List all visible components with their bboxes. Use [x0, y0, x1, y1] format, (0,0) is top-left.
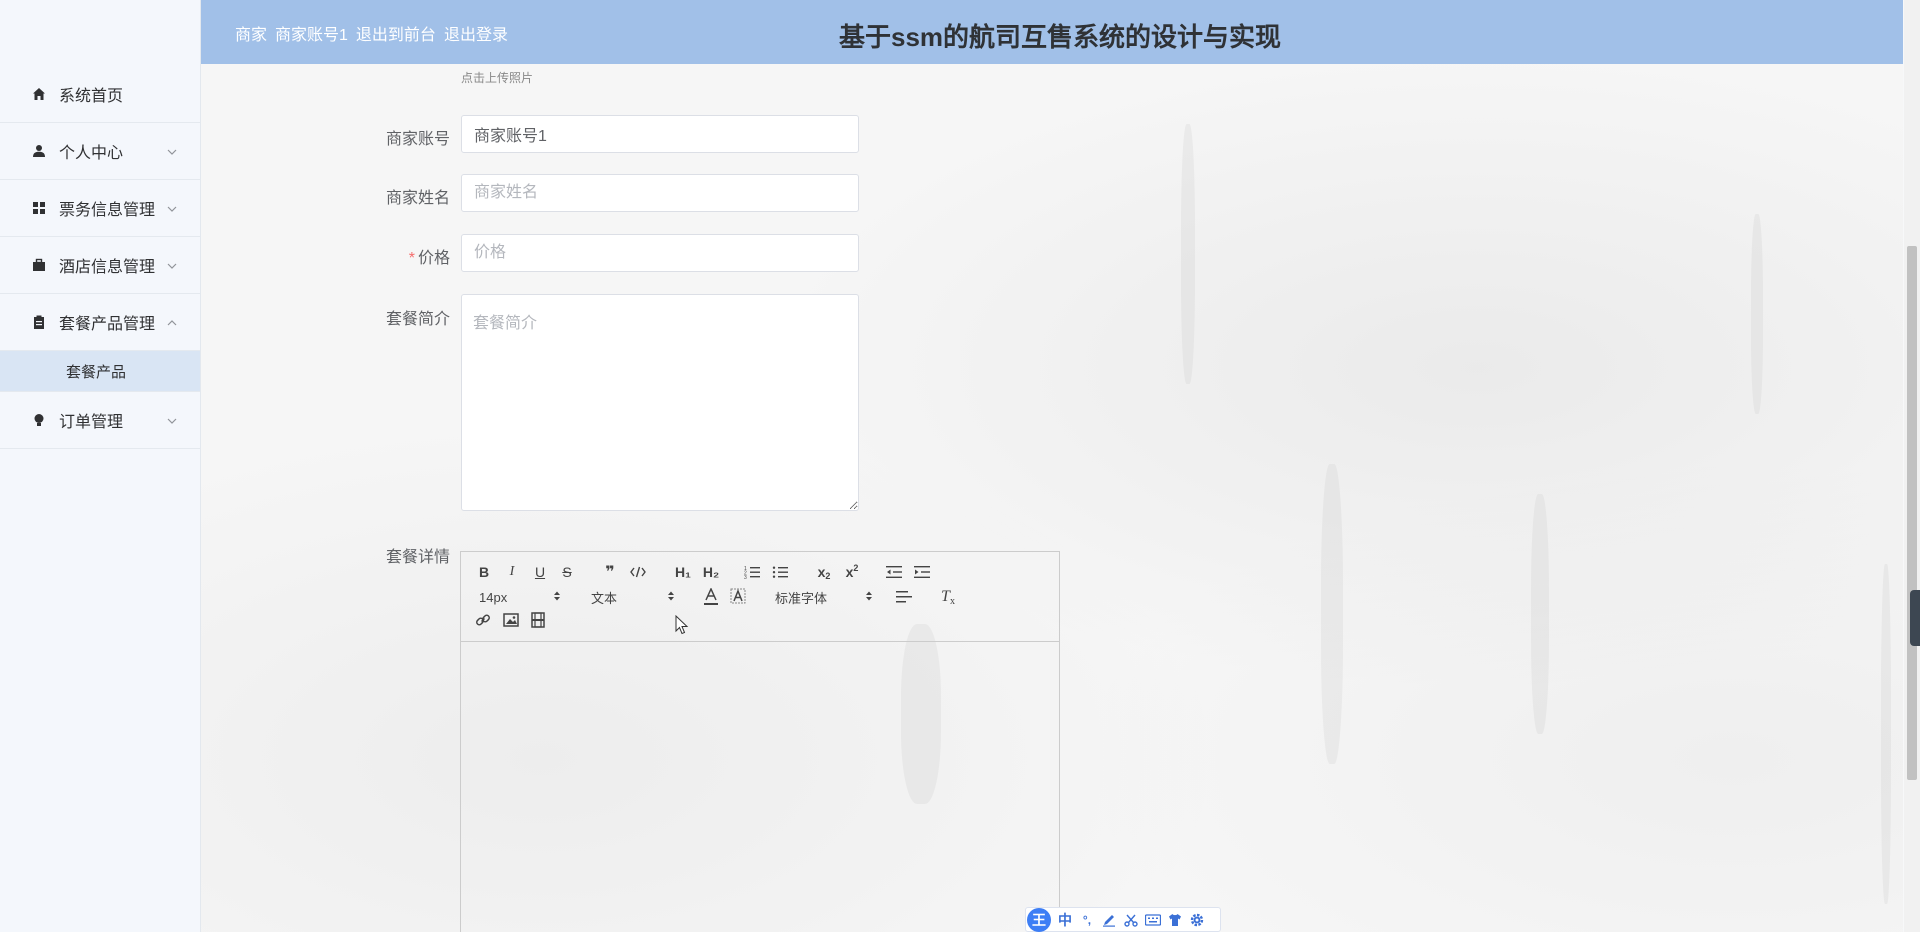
- editor-toolbar: B I U S ❞ H₁ H₂ 123 x2 x2 14px 文本 标准字体 T…: [461, 552, 1059, 642]
- font-size-picker[interactable]: 14px: [479, 589, 561, 605]
- underline-button[interactable]: U: [531, 563, 549, 581]
- picker-arrows-icon: [865, 590, 873, 602]
- strike-button[interactable]: S: [558, 563, 576, 581]
- ordered-list-button[interactable]: 123: [743, 563, 761, 581]
- merchant-account-label: 商家账号: [385, 131, 450, 148]
- sidebar-item-hotel-management[interactable]: 酒店信息管理: [0, 237, 200, 294]
- chevron-down-icon: [166, 145, 178, 157]
- ime-toolbar: 王 中 °,: [1025, 907, 1221, 932]
- italic-button[interactable]: I: [503, 563, 521, 581]
- background-texture: [1321, 464, 1343, 764]
- merchant-name-label: 商家姓名: [385, 190, 450, 207]
- page-title: 基于ssm的航司互售系统的设计与实现: [839, 22, 1282, 52]
- scrollbar-thumb[interactable]: [1907, 246, 1917, 780]
- editor-content-area[interactable]: [461, 642, 1059, 932]
- top-header: 商家 商家账号1 退出到前台 退出登录 基于ssm的航司互售系统的设计与实现: [201, 0, 1903, 64]
- grid-icon: [31, 200, 47, 216]
- font-family-picker[interactable]: 标准字体: [775, 589, 873, 606]
- header-picker[interactable]: 文本: [591, 589, 675, 606]
- upload-photo-hint[interactable]: 点击上传照片: [461, 69, 533, 86]
- outdent-button[interactable]: [885, 563, 903, 581]
- picker-arrows-icon: [667, 590, 675, 602]
- rich-text-editor: B I U S ❞ H₁ H₂ 123 x2 x2 14px 文本 标准字体 T…: [460, 551, 1060, 932]
- pen-icon[interactable]: [1101, 912, 1117, 928]
- bold-button[interactable]: B: [475, 563, 493, 581]
- back-to-frontend-link[interactable]: 退出到前台: [356, 27, 436, 44]
- package-intro-label: 套餐简介: [385, 311, 450, 328]
- code-block-button[interactable]: [629, 563, 647, 581]
- price-label-text: 价格: [417, 250, 450, 267]
- bullet-list-button[interactable]: [771, 563, 789, 581]
- keyboard-icon[interactable]: [1145, 912, 1161, 928]
- bulb-icon: [31, 412, 47, 428]
- link-button[interactable]: [474, 611, 492, 629]
- svg-text:3: 3: [744, 575, 747, 579]
- sidebar: 系统首页 个人中心 票务信息管理 酒店信息管理 套餐产品管理 套餐产品 订单管理: [0, 0, 201, 932]
- video-button[interactable]: [529, 611, 547, 629]
- chevron-up-icon: [166, 316, 178, 328]
- indent-button[interactable]: [913, 563, 931, 581]
- merchant-name-input[interactable]: [461, 174, 859, 212]
- header-user-links: 商家 商家账号1 退出到前台 退出登录: [235, 21, 516, 45]
- sidebar-item-package-management[interactable]: 套餐产品管理: [0, 294, 200, 351]
- blockquote-button[interactable]: ❞: [601, 563, 619, 581]
- sidebar-item-label: 套餐产品管理: [59, 316, 156, 333]
- font-size-value: 14px: [479, 589, 508, 605]
- picker-arrows-icon: [553, 590, 561, 602]
- mouse-cursor-icon: [675, 614, 689, 640]
- background-texture: [1531, 494, 1549, 734]
- sidebar-item-order-management[interactable]: 订单管理: [0, 392, 200, 449]
- package-detail-label: 套餐详情: [385, 549, 450, 566]
- merchant-account-input[interactable]: [461, 115, 859, 153]
- subscript-button[interactable]: x2: [814, 563, 834, 581]
- ime-punctuation-toggle[interactable]: °,: [1079, 912, 1095, 928]
- sidebar-item-label: 酒店信息管理: [59, 259, 156, 276]
- user-icon: [31, 143, 47, 159]
- sidebar-item-home[interactable]: 系统首页: [0, 66, 200, 123]
- background-texture: [1181, 124, 1195, 384]
- chevron-down-icon: [166, 414, 178, 426]
- align-button[interactable]: [895, 587, 913, 607]
- chevron-down-icon: [166, 259, 178, 271]
- sidebar-item-personal-center[interactable]: 个人中心: [0, 123, 200, 180]
- chevron-down-icon: [166, 202, 178, 214]
- logout-link[interactable]: 退出登录: [444, 27, 508, 44]
- image-button[interactable]: [502, 611, 520, 629]
- settings-icon[interactable]: [1189, 912, 1205, 928]
- background-color-button[interactable]: [729, 587, 747, 607]
- superscript-button[interactable]: x2: [842, 563, 862, 581]
- sidebar-item-label: 票务信息管理: [59, 202, 156, 219]
- sidebar-item-label: 系统首页: [59, 88, 124, 105]
- price-label: * 价格: [300, 244, 450, 268]
- clipboard-icon: [31, 314, 47, 330]
- side-floating-tab[interactable]: [1910, 590, 1920, 646]
- text-color-button[interactable]: [702, 587, 720, 607]
- page-scrollbar[interactable]: [1904, 0, 1920, 932]
- sidebar-menu: 系统首页 个人中心 票务信息管理 酒店信息管理 套餐产品管理 套餐产品 订单管理: [0, 66, 200, 449]
- sidebar-item-label: 订单管理: [59, 414, 124, 431]
- clean-format-button[interactable]: Tx: [938, 587, 958, 607]
- sidebar-item-ticket-management[interactable]: 票务信息管理: [0, 180, 200, 237]
- header-picker-value: 文本: [591, 590, 618, 606]
- user-role: 商家: [235, 27, 268, 44]
- font-family-value: 标准字体: [775, 590, 828, 606]
- scissors-icon[interactable]: [1123, 912, 1139, 928]
- sidebar-subitem-package-products[interactable]: 套餐产品: [0, 351, 200, 392]
- ime-logo[interactable]: 王: [1027, 907, 1051, 932]
- sidebar-item-label: 个人中心: [59, 145, 124, 162]
- briefcase-icon: [31, 257, 47, 273]
- ime-mode-toggle[interactable]: 中: [1057, 912, 1073, 928]
- user-account: 商家账号1: [275, 27, 348, 44]
- background-texture: [1751, 214, 1763, 414]
- h2-button[interactable]: H₂: [700, 563, 722, 581]
- price-input[interactable]: [461, 234, 859, 272]
- shirt-icon[interactable]: [1167, 912, 1183, 928]
- home-icon: [31, 86, 47, 102]
- h1-button[interactable]: H₁: [672, 563, 694, 581]
- package-intro-textarea[interactable]: [461, 294, 859, 511]
- background-texture: [1881, 564, 1891, 904]
- required-mark: *: [408, 250, 415, 267]
